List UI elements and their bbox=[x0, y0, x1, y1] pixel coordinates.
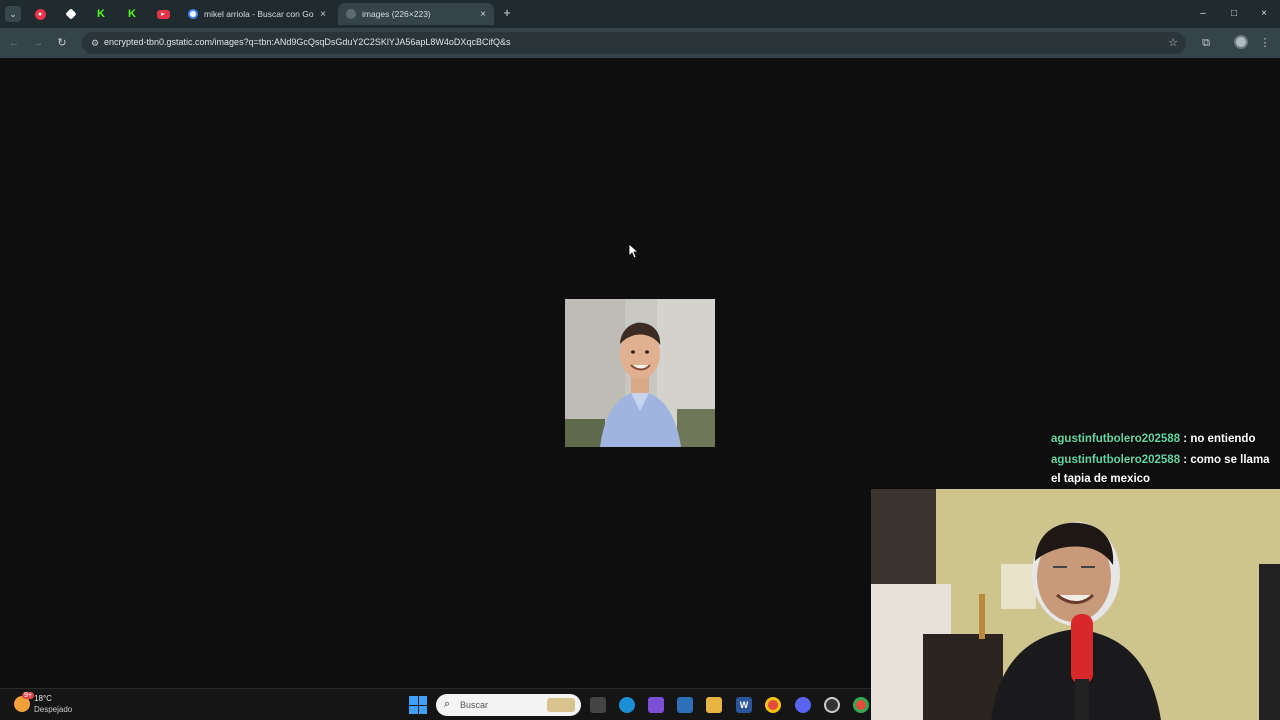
file-explorer-icon[interactable] bbox=[706, 697, 722, 713]
puzzle-icon[interactable]: ⧉ bbox=[1198, 35, 1214, 51]
webcam-feed bbox=[871, 489, 1280, 720]
kick-icon: K bbox=[97, 8, 105, 20]
search-icon: ⌕ bbox=[444, 698, 451, 710]
copilot-icon[interactable] bbox=[648, 697, 664, 713]
chat-text: : no entiendo bbox=[1180, 433, 1256, 445]
pinned-tab-kick-2[interactable]: K bbox=[120, 4, 144, 24]
windows-taskbar: 9+ 18°C Despejado ⌕ Buscar W bbox=[0, 688, 871, 720]
close-tab-icon[interactable]: × bbox=[320, 9, 326, 20]
tab-title: images (226×223) bbox=[362, 9, 431, 19]
taskbar-search[interactable]: ⌕ Buscar bbox=[436, 694, 581, 716]
webcam-overlay bbox=[871, 489, 1280, 720]
avatar[interactable] bbox=[1234, 35, 1248, 49]
maximize-button[interactable]: □ bbox=[1226, 6, 1242, 22]
tab-title: mikel arriola - Buscar con Goog bbox=[204, 9, 315, 19]
youtube-music-icon: ● bbox=[34, 8, 46, 20]
task-view-icon[interactable] bbox=[590, 697, 606, 713]
search-placeholder: Buscar bbox=[460, 700, 489, 710]
star-icon[interactable]: ☆ bbox=[1168, 36, 1178, 49]
browser-toolbar: ← → ↻ ⚙ encrypted-tbn0.gstatic.com/image… bbox=[0, 28, 1280, 58]
pinned-tab-youtube[interactable]: ▸ bbox=[151, 4, 175, 24]
pinned-tab-youtube-music[interactable]: ● bbox=[28, 4, 52, 24]
pinned-tab-kick-1[interactable]: K bbox=[89, 4, 113, 24]
new-tab-button[interactable]: + bbox=[500, 5, 514, 21]
close-window-button[interactable]: × bbox=[1256, 6, 1272, 22]
chat-username: agustinfutbolero202588 bbox=[1051, 454, 1181, 466]
start-button[interactable] bbox=[409, 696, 427, 714]
displayed-image bbox=[565, 299, 715, 447]
more-vert-icon[interactable]: ⋮ bbox=[1257, 35, 1273, 51]
youtube-icon: ▸ bbox=[156, 9, 170, 19]
portrait-photo bbox=[565, 299, 715, 447]
url-text[interactable]: encrypted-tbn0.gstatic.com/images?q=tbn:… bbox=[104, 37, 510, 47]
settings-icon[interactable] bbox=[824, 697, 840, 713]
tab-google-search[interactable]: mikel arriola - Buscar con Goog × bbox=[180, 3, 334, 25]
edge-icon[interactable] bbox=[619, 697, 635, 713]
chevron-down-icon: ⌄ bbox=[9, 9, 17, 19]
minimize-button[interactable]: – bbox=[1195, 6, 1211, 22]
tab-search-button[interactable]: ⌄ bbox=[5, 6, 21, 22]
chrome-icon[interactable] bbox=[853, 697, 869, 713]
pinned-tab-2[interactable] bbox=[59, 4, 83, 24]
google-icon bbox=[188, 9, 198, 19]
close-tab-icon[interactable]: × bbox=[480, 9, 486, 20]
word-icon[interactable]: W bbox=[736, 697, 752, 713]
discord-icon[interactable] bbox=[795, 697, 811, 713]
forward-button[interactable]: → bbox=[30, 35, 46, 51]
store-icon[interactable] bbox=[677, 697, 693, 713]
screen: ⌄ ● K K ▸ mikel arriola - Buscar con Goo… bbox=[0, 0, 1280, 720]
chat-username: agustinfutbolero202588 bbox=[1051, 433, 1181, 445]
weather-condition[interactable]: Despejado bbox=[34, 705, 72, 714]
chat-text-continuation: el tapia de mexico bbox=[1051, 473, 1151, 485]
reload-button[interactable]: ↻ bbox=[54, 35, 70, 51]
address-bar[interactable]: ⚙ encrypted-tbn0.gstatic.com/images?q=tb… bbox=[82, 32, 1186, 54]
globe-icon bbox=[346, 9, 356, 19]
tab-images-active[interactable]: images (226×223) × bbox=[338, 3, 494, 25]
kick-icon: K bbox=[128, 8, 136, 20]
back-button[interactable]: ← bbox=[6, 35, 22, 51]
mouse-cursor-icon bbox=[628, 243, 638, 259]
chat-message: agustinfutbolero202588 : como se llama bbox=[1051, 454, 1270, 466]
site-info-icon[interactable]: ⚙ bbox=[88, 36, 102, 50]
chat-message: agustinfutbolero202588 : no entiendo bbox=[1051, 433, 1255, 445]
notification-badge: 9+ bbox=[22, 692, 34, 699]
diamond-icon bbox=[65, 8, 77, 20]
chat-text: : como se llama bbox=[1180, 454, 1270, 466]
tab-strip: ⌄ ● K K ▸ mikel arriola - Buscar con Goo… bbox=[0, 0, 1280, 28]
search-highlight-icon bbox=[547, 698, 575, 712]
weather-temperature[interactable]: 18°C bbox=[34, 694, 52, 703]
chrome-icon[interactable] bbox=[765, 697, 781, 713]
